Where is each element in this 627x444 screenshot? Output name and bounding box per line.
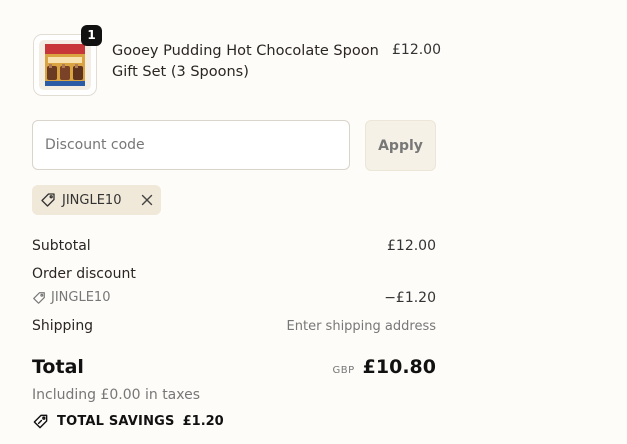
savings-tag-icon (32, 413, 49, 430)
total-amount: GBP £10.80 (333, 356, 436, 378)
close-icon[interactable] (141, 194, 153, 206)
discount-code-label: JINGLE10 (51, 290, 111, 305)
discount-code-row: JINGLE10 (32, 290, 110, 305)
savings-label: TOTAL SAVINGS (57, 414, 175, 429)
shipping-label: Shipping (32, 318, 94, 334)
quantity-badge: 1 (81, 25, 102, 46)
subtotal-value: £12.00 (387, 238, 436, 254)
discount-value: −£1.20 (384, 290, 436, 306)
total-value: £10.80 (362, 356, 436, 378)
taxes-note: Including £0.00 in taxes (32, 387, 201, 403)
order-discount-label: Order discount (32, 266, 136, 282)
product-image (39, 40, 91, 90)
tag-icon (32, 291, 46, 305)
total-savings: TOTAL SAVINGS £1.20 (32, 413, 224, 430)
total-label: Total (32, 356, 84, 378)
discount-code-input[interactable] (32, 120, 350, 170)
tag-icon (40, 192, 56, 208)
shipping-value: Enter shipping address (286, 319, 436, 334)
savings-value: £1.20 (182, 414, 224, 429)
currency-code: GBP (332, 365, 355, 376)
applied-discount-chip: JINGLE10 (32, 185, 161, 215)
applied-discount-code: JINGLE10 (62, 192, 122, 208)
product-name: Gooey Pudding Hot Chocolate Spoon Gift S… (112, 43, 379, 80)
apply-discount-button[interactable]: Apply (365, 120, 436, 171)
product-price: £12.00 (392, 42, 441, 58)
subtotal-label: Subtotal (32, 238, 91, 254)
